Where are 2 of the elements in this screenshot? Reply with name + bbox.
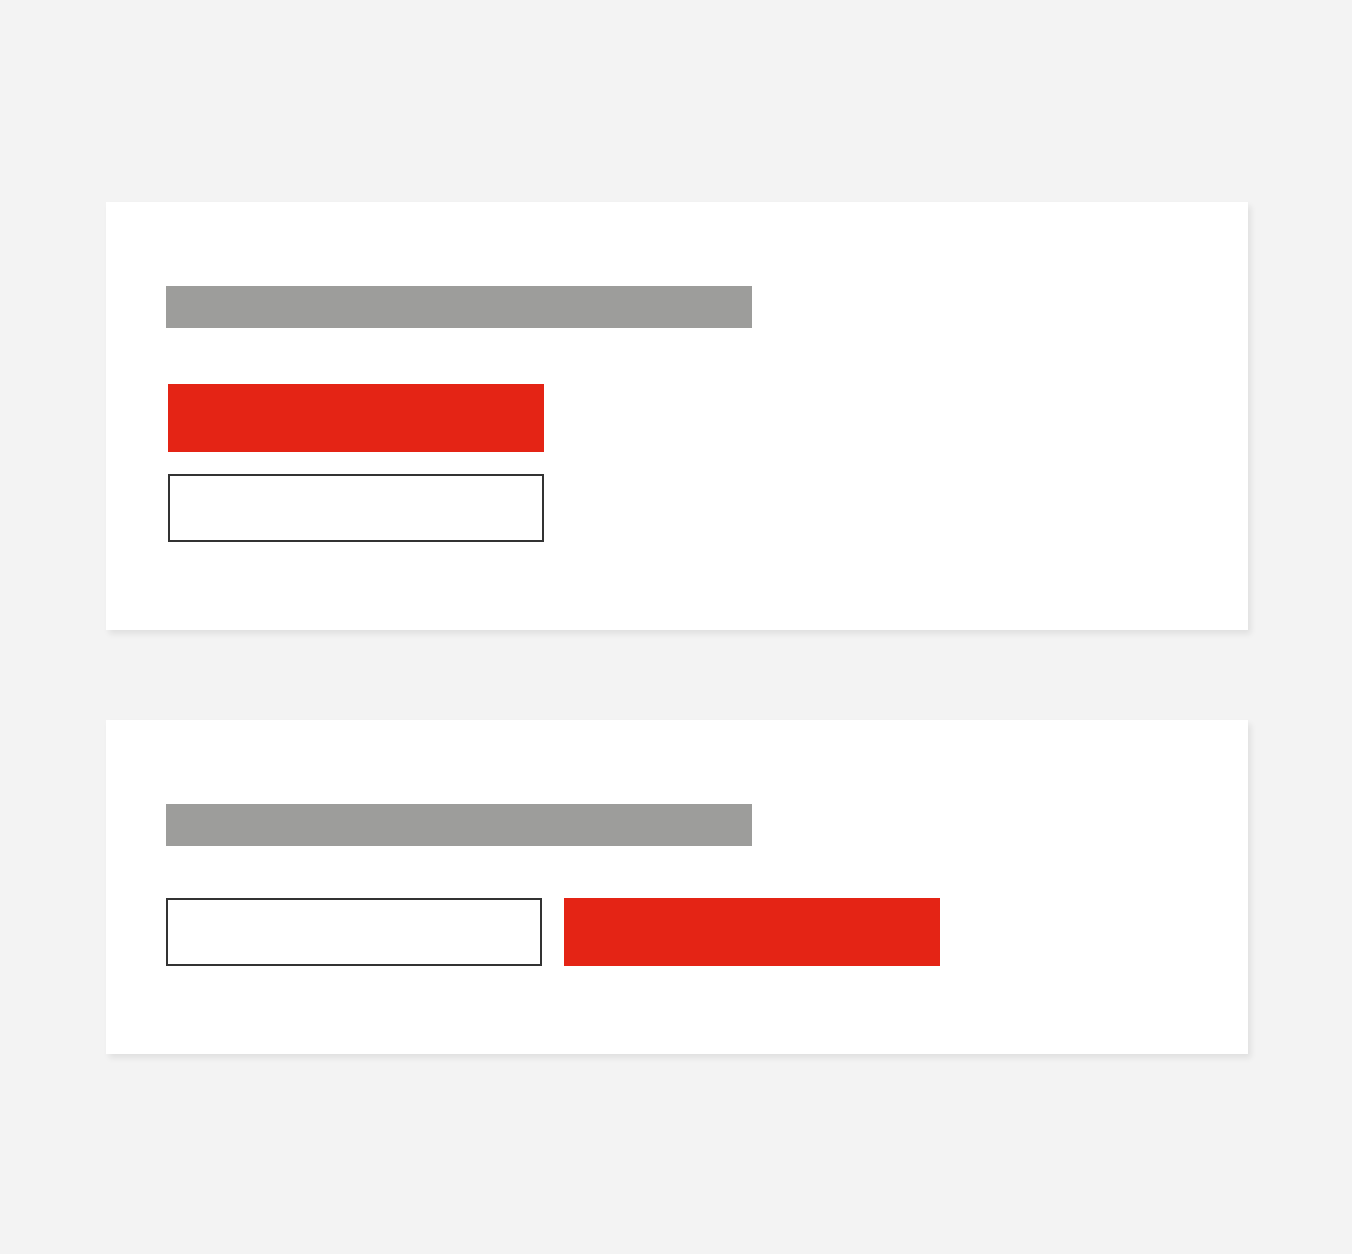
button[interactable] bbox=[166, 898, 542, 966]
button[interactable] bbox=[168, 474, 544, 542]
